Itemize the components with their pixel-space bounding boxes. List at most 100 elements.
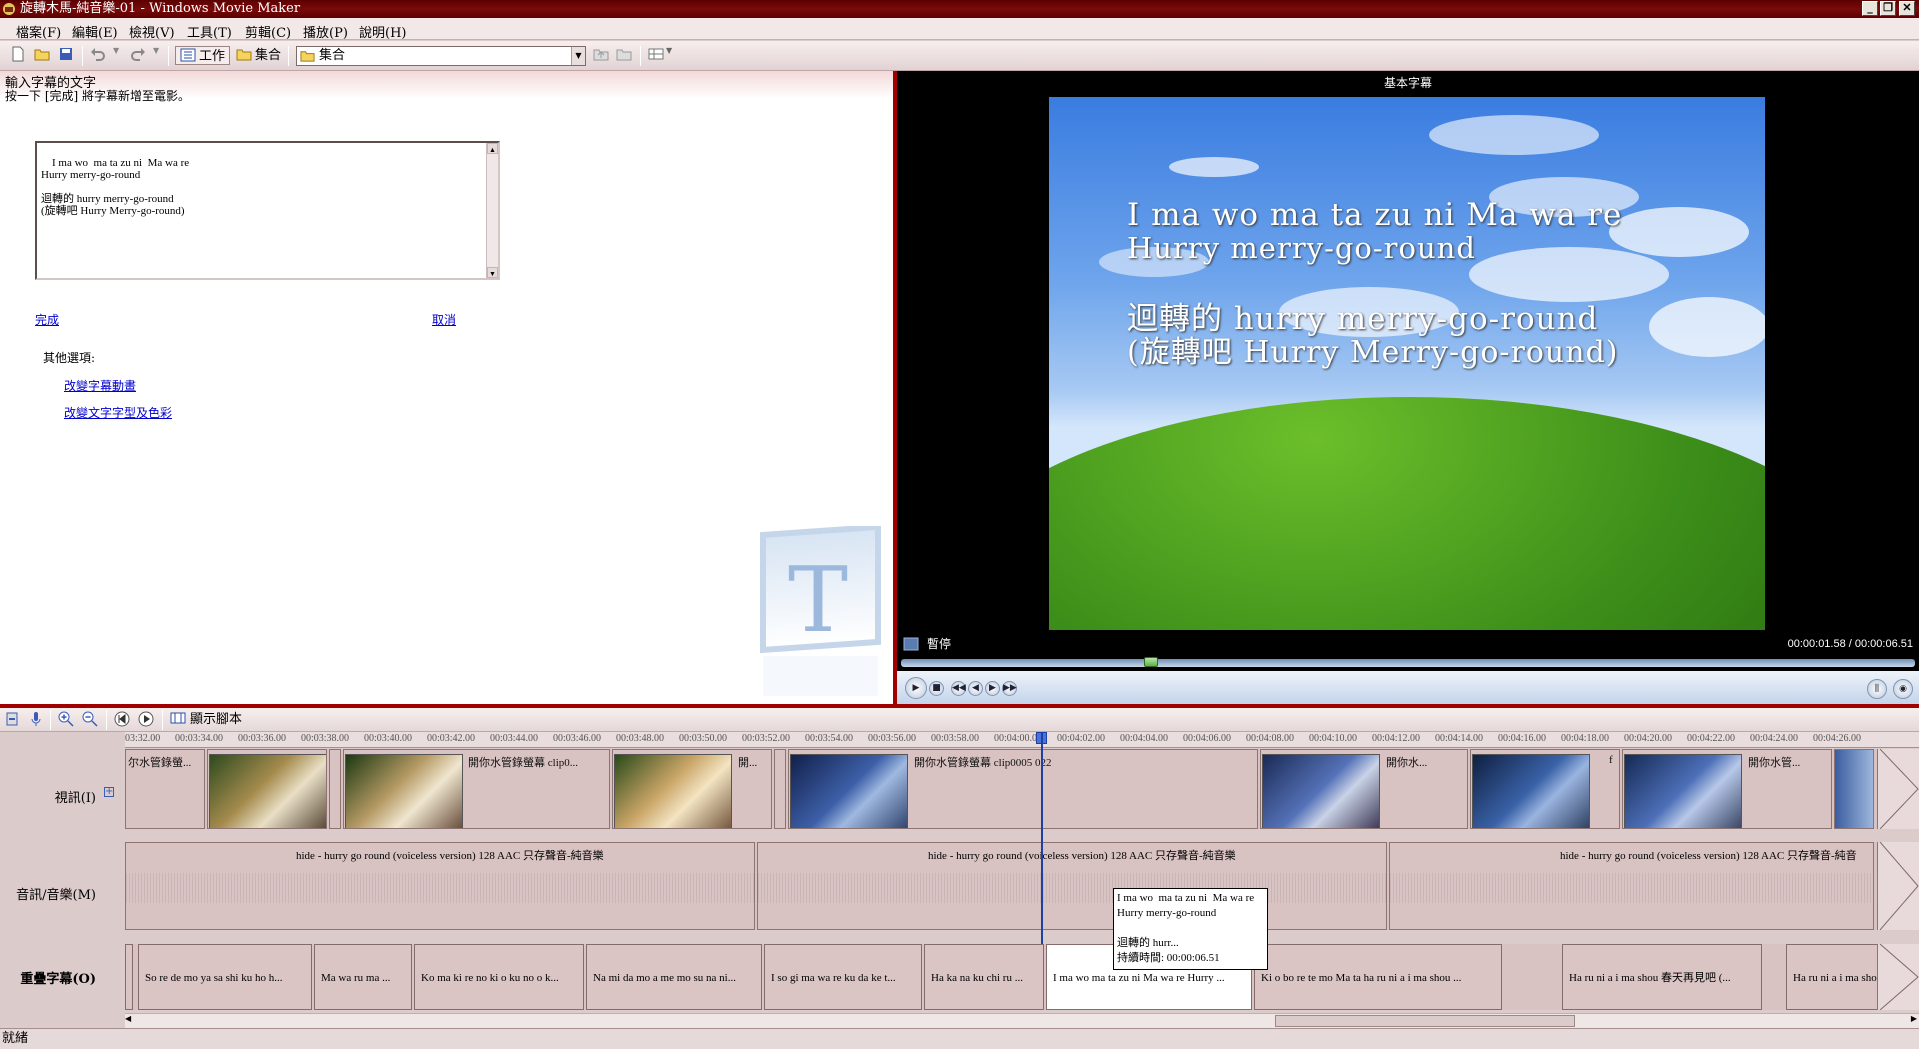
seek-bar[interactable] [901, 657, 1915, 667]
change-font-color-link[interactable]: 改變文字字型及色彩 [64, 404, 172, 421]
title-clip[interactable]: Ha ka na ku chi ru ... [924, 944, 1044, 1010]
take-picture-button[interactable]: ◉ [1893, 679, 1913, 699]
scroll-up-icon[interactable]: ▲ [487, 143, 498, 154]
close-button[interactable]: ✕ [1899, 1, 1915, 16]
video-clip[interactable]: 開... [612, 749, 772, 829]
menu-play[interactable]: 播放(P) [299, 21, 352, 42]
menu-help[interactable]: 說明(H) [355, 21, 410, 42]
audio-clip[interactable]: hide - hurry go round (voiceless version… [1389, 842, 1874, 930]
time-ruler[interactable]: 03:32.00 00:03:34.00 00:03:36.00 00:03:3… [125, 732, 1919, 748]
timeline-scrollbar[interactable]: ◀ ▶ [125, 1013, 1919, 1028]
title-clip[interactable]: So re de mo ya sa shi ku ho h... [138, 944, 312, 1010]
minimize-button[interactable]: _ [1862, 1, 1878, 16]
audio-waveform [1390, 873, 1873, 903]
menu-tools[interactable]: 工具(T) [183, 21, 236, 42]
redo-button[interactable] [130, 46, 146, 65]
ruler-tick: 00:03:42.00 [427, 733, 476, 744]
title-clip[interactable]: Ko ma ki re no ki o ku no o k... [414, 944, 584, 1010]
collections-folder-icon [236, 49, 252, 61]
fast-forward-button[interactable]: ▶▶ [1002, 681, 1017, 696]
new-collection-button[interactable] [616, 46, 632, 65]
narrate-timeline-button[interactable] [28, 711, 44, 730]
play-button[interactable]: ▶ [905, 677, 927, 699]
undo-button[interactable] [90, 46, 106, 65]
title-clip[interactable]: Ki o bo re te mo Ma ta ha ru ni a i ma s… [1254, 944, 1502, 1010]
video-clip[interactable]: 開你水... [1260, 749, 1468, 829]
movie-maker-icon [3, 3, 15, 15]
title-clip[interactable]: Na mi da mo a me mo su na ni... [586, 944, 762, 1010]
title-clip[interactable] [125, 944, 133, 1010]
play-timeline-icon [138, 711, 154, 727]
tasks-button[interactable]: 工作 [175, 46, 231, 65]
video-clip[interactable] [774, 749, 786, 829]
window-title: 旋轉木馬-純音樂-01 - Windows Movie Maker [20, 1, 301, 16]
video-clip[interactable] [329, 749, 341, 829]
zoom-out-button[interactable] [82, 711, 98, 730]
stop-button[interactable]: ■ [929, 681, 944, 696]
video-clip[interactable]: f [1470, 749, 1620, 829]
task-instruction: 按一下 [完成] 將字幕新增至電影。 [5, 89, 190, 103]
scroll-right-icon[interactable]: ▶ [1911, 1014, 1917, 1023]
menu-view[interactable]: 檢視(V) [125, 21, 179, 42]
play-timeline-button[interactable] [138, 711, 154, 730]
video-track: 尔水管錄螢... 開你水管錄螢幕 clip0... 開... 開你水管錄螢幕 c… [125, 748, 1919, 830]
save-project-button[interactable] [58, 46, 74, 65]
change-title-animation-link[interactable]: 改變字幕動畫 [64, 377, 136, 394]
textbox-scrollbar[interactable]: ▲ ▼ [486, 143, 498, 278]
audio-waveform [758, 873, 1386, 903]
collection-dropdown[interactable]: 集合 ▼ [296, 46, 586, 66]
done-link[interactable]: 完成 [35, 311, 59, 328]
title-clip[interactable]: Ha ru ni a i ma shou 春天再見吧 (... [1562, 944, 1762, 1010]
previous-frame-button[interactable]: ◀ [968, 681, 983, 696]
fast-forward-icon: ▶▶ [1003, 683, 1017, 693]
clip-thumbnail [1472, 754, 1590, 828]
title-clip[interactable]: Ma wa ru ma ... [314, 944, 412, 1010]
video-clip[interactable]: 開你水管... [1622, 749, 1832, 829]
ruler-tick: 00:03:54.00 [805, 733, 854, 744]
ruler-tick: 00:04:12.00 [1372, 733, 1421, 744]
split-screen-icon [903, 637, 919, 651]
show-storyboard-button[interactable]: 顯示腳本 [170, 710, 242, 729]
collections-button[interactable]: 集合 [233, 46, 284, 65]
video-clip[interactable] [207, 749, 327, 829]
up-one-level-button[interactable] [593, 46, 609, 65]
audio-clip[interactable]: hide - hurry go round (voiceless version… [757, 842, 1387, 930]
menu-edit[interactable]: 編輯(E) [68, 21, 122, 42]
rewind-button[interactable]: ◀◀ [951, 681, 966, 696]
views-dropdown-icon[interactable]: ▼ [666, 46, 672, 65]
expand-video-track-icon[interactable]: + [104, 787, 114, 797]
redo-dropdown-icon[interactable]: ▼ [153, 46, 159, 65]
seek-thumb[interactable] [1144, 657, 1158, 667]
scroll-left-icon[interactable]: ◀ [125, 1014, 131, 1023]
audio-clip[interactable]: hide - hurry go round (voiceless version… [125, 842, 755, 930]
video-clip[interactable] [1834, 749, 1874, 829]
playhead[interactable] [1041, 732, 1043, 944]
scroll-down-icon[interactable]: ▼ [487, 267, 498, 278]
title-clip[interactable]: I so gi ma wa re ku da ke t... [764, 944, 922, 1010]
rewind-timeline-button[interactable] [114, 711, 130, 730]
video-clip[interactable]: 尔水管錄螢... [125, 749, 205, 829]
title-clip[interactable]: Ha ru ni a i ma sho [1786, 944, 1878, 1010]
zoom-in-button[interactable] [58, 711, 74, 730]
split-clip-button[interactable]: ⫼ [1867, 679, 1887, 699]
audio-track: hide - hurry go round (voiceless version… [125, 841, 1919, 931]
timeline: 03:32.00 00:03:34.00 00:03:36.00 00:03:3… [0, 732, 1919, 1028]
clip-thumbnail [790, 754, 908, 828]
open-project-button[interactable] [34, 46, 50, 65]
video-clip[interactable]: 開你水管錄螢幕 clip0... [343, 749, 610, 829]
undo-dropdown-icon[interactable]: ▼ [113, 46, 119, 65]
restore-button[interactable]: ❐ [1880, 1, 1896, 16]
next-frame-button[interactable]: ▶ [985, 681, 1000, 696]
clip-thumbnail [345, 754, 463, 828]
set-audio-levels-button[interactable] [4, 711, 20, 730]
menu-file[interactable]: 檔案(F) [12, 21, 65, 42]
views-button[interactable] [648, 46, 664, 65]
video-clip[interactable]: 開你水管錄螢幕 clip0005 022 [788, 749, 1258, 829]
new-project-button[interactable] [10, 46, 26, 65]
chevron-down-icon[interactable]: ▼ [571, 47, 585, 65]
menu-clip[interactable]: 剪輯(C) [241, 21, 295, 42]
title-text-input[interactable]: I ma wo ma ta zu ni Ma wa re Hurry merry… [35, 141, 500, 280]
cancel-link[interactable]: 取消 [432, 311, 456, 328]
split-icon: ⫼ [1874, 684, 1880, 694]
timeline-scroll-thumb[interactable] [1275, 1015, 1575, 1027]
